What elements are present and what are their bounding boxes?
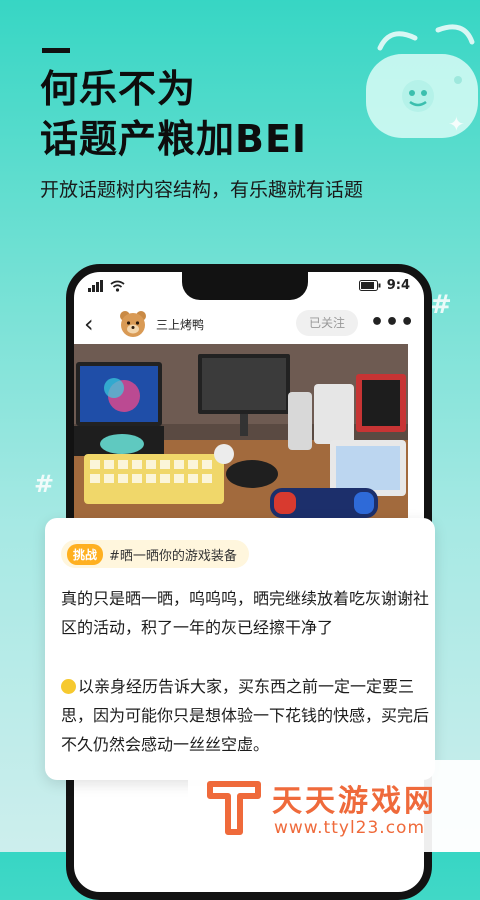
post-text-paragraph-body: 以亲身经历告诉大家，买东西之前一定一定要三思，因为可能你只是想体验一下花钱的快感… <box>61 677 430 754</box>
hero-title-line2: 话题产粮加BEI <box>40 117 308 161</box>
title-dash <box>42 48 70 53</box>
post-text-paragraph: 真的只是晒一晒，呜呜呜，晒完继续放着吃灰谢谢社区的活动，积了一年的灰已经擦干净了 <box>61 589 430 637</box>
hero-title: 何乐不为 话题产粮加BEI <box>40 64 307 164</box>
sparkle-icon: ✦ <box>448 112 465 136</box>
challenge-badge: 挑战 <box>67 543 104 565</box>
watermark-name: 天天游戏网 <box>272 784 437 819</box>
watermark-logo-icon <box>207 781 261 835</box>
post-top-bar: ‹ 三上烤鸭 已关注 ••• <box>74 304 424 344</box>
post-photo[interactable] <box>74 344 408 534</box>
wifi-icon <box>110 280 125 292</box>
bear-avatar-icon[interactable] <box>118 308 148 338</box>
more-icon[interactable]: ••• <box>370 310 415 335</box>
watermark: 天天游戏网 www.ttyl23.com <box>188 760 480 852</box>
author-name[interactable]: 三上烤鸭 <box>156 316 204 333</box>
status-time: 9:4 <box>386 278 410 293</box>
emoji-icon <box>61 679 76 694</box>
status-bar-right: 9:4 <box>358 278 410 293</box>
topic-name: #晒一晒你的游戏装备 <box>109 548 237 564</box>
back-icon[interactable]: ‹ <box>84 310 94 338</box>
watermark-url: www.ttyl23.com <box>274 818 426 838</box>
post-card: 挑战 #晒一晒你的游戏装备 真的只是晒一晒，呜呜呜，晒完继续放着吃灰谢谢社区的活… <box>45 518 435 780</box>
status-bar-left <box>88 280 125 292</box>
signal-icon <box>88 280 103 292</box>
post-text-paragraph: 以亲身经历告诉大家，买东西之前一定一定要三思，因为可能你只是想体验一下花钱的快感… <box>61 672 431 759</box>
hash-sparkle-icon: # <box>34 470 55 498</box>
hash-sparkle-icon: # <box>430 290 452 320</box>
topic-tag[interactable]: 挑战 #晒一晒你的游戏装备 <box>61 540 249 568</box>
battery-icon <box>358 280 381 291</box>
follow-button[interactable]: 已关注 <box>296 310 358 336</box>
hero-title-line1: 何乐不为 <box>40 67 197 111</box>
hero-subtitle: 开放话题树内容结构，有乐趣就有话题 <box>40 179 364 201</box>
phone-notch <box>182 272 308 300</box>
